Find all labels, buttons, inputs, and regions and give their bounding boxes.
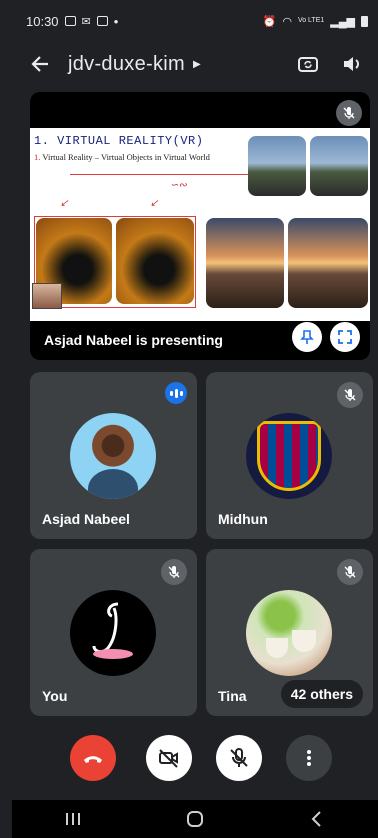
slide-number: 1.: [34, 152, 41, 162]
network-label: Vo LTE1: [297, 17, 325, 24]
monogram-logo: [92, 602, 133, 659]
speaking-indicator-icon: [165, 382, 187, 404]
calendar-icon: [96, 16, 108, 26]
gallery-icon: [64, 16, 76, 26]
annotation-arrow-left: ↙: [60, 198, 69, 209]
home-icon: [187, 811, 203, 827]
participant-name: You: [42, 688, 68, 704]
back-button[interactable]: [26, 50, 54, 78]
end-call-button[interactable]: [70, 735, 116, 781]
participant-tile-midhun[interactable]: Midhun: [206, 372, 373, 539]
muted-mic-icon: [337, 559, 363, 585]
participant-tile-you[interactable]: You: [30, 549, 197, 716]
vr-image-game-right: [310, 136, 368, 196]
recents-button[interactable]: [53, 804, 93, 834]
meeting-code[interactable]: jdv-duxe-kim: [68, 53, 185, 76]
avatar: [70, 590, 156, 676]
clock: 10:30: [26, 13, 59, 29]
battery-icon: [361, 15, 368, 27]
status-bar: 10:30 ✉ • ⏰ ◠ Vo LTE1 ▂▄▆: [26, 10, 368, 32]
muted-mic-icon: [337, 382, 363, 408]
participant-name: Tina: [218, 688, 247, 704]
home-button[interactable]: [175, 804, 215, 834]
club-crest-icon: [257, 421, 321, 491]
more-vertical-icon: [307, 750, 311, 766]
fullscreen-icon: [338, 330, 352, 344]
participant-tile-asjad[interactable]: Asjad Nabeel: [30, 372, 197, 539]
slide-title: 1. VIRTUAL REALITY(VR): [34, 134, 204, 148]
mic-off-icon: [230, 748, 248, 767]
vr-image-sunset-left: [206, 218, 284, 308]
status-dot: •: [113, 13, 119, 29]
wifi-icon: ◠: [282, 15, 292, 28]
vr-image-tunnel-right: [116, 218, 194, 304]
meeting-header: jdv-duxe-kim ▶: [26, 46, 368, 82]
chevron-left-icon: [311, 811, 321, 827]
participant-name: Asjad Nabeel: [42, 511, 130, 527]
others-count-badge[interactable]: 42 others: [280, 680, 363, 708]
recents-icon: [66, 813, 80, 825]
avatar: [246, 413, 332, 499]
presentation-tile[interactable]: 1. VIRTUAL REALITY(VR) 1. Virtual Realit…: [30, 92, 370, 360]
call-controls: [12, 733, 378, 789]
switch-camera-icon: [298, 57, 318, 72]
alarm-icon: ⏰: [262, 15, 277, 28]
annotation-line: [70, 174, 250, 175]
camera-off-icon: [159, 749, 178, 768]
mail-icon: ✉: [81, 15, 91, 28]
slide-subtitle: Virtual Reality – Virtual Objects in Vir…: [42, 152, 210, 162]
muted-mic-icon: [336, 100, 362, 126]
system-nav-bar: [12, 800, 378, 838]
avatar: [246, 590, 332, 676]
pin-button[interactable]: [292, 322, 322, 352]
avatar: [70, 413, 156, 499]
participant-name: Midhun: [218, 511, 268, 527]
fullscreen-button[interactable]: [330, 322, 360, 352]
audio-output-button[interactable]: [336, 48, 368, 80]
presenter-thumbnail: [32, 283, 62, 309]
meet-screen: 10:30 ✉ • ⏰ ◠ Vo LTE1 ▂▄▆ jdv-duxe-kim ▶: [12, 0, 378, 838]
system-back-button[interactable]: [297, 804, 337, 834]
shared-slide: 1. VIRTUAL REALITY(VR) 1. Virtual Realit…: [30, 128, 370, 321]
vr-image-game-left: [248, 136, 306, 196]
arrow-back-icon: [31, 56, 48, 72]
speaker-icon: [344, 57, 359, 71]
switch-camera-button[interactable]: [292, 48, 324, 80]
mic-toggle-button[interactable]: [216, 735, 262, 781]
annotation-arrow-right: ↙: [150, 198, 159, 209]
slide-subtitle-line: 1. Virtual Reality – Virtual Objects in …: [34, 152, 210, 162]
presenting-label: Asjad Nabeel is presenting: [44, 332, 223, 348]
annotation-scribble: ∽∾: [170, 180, 187, 191]
more-options-button[interactable]: [286, 735, 332, 781]
hang-up-icon: [84, 756, 102, 763]
camera-toggle-button[interactable]: [146, 735, 192, 781]
caret-right-icon[interactable]: ▶: [193, 59, 201, 70]
muted-mic-icon: [161, 559, 187, 585]
participant-tile-tina[interactable]: Tina 42 others: [206, 549, 373, 716]
signal-icon: ▂▄▆: [330, 15, 355, 28]
pin-icon: [300, 330, 314, 344]
vr-image-sunset-right: [288, 218, 368, 308]
